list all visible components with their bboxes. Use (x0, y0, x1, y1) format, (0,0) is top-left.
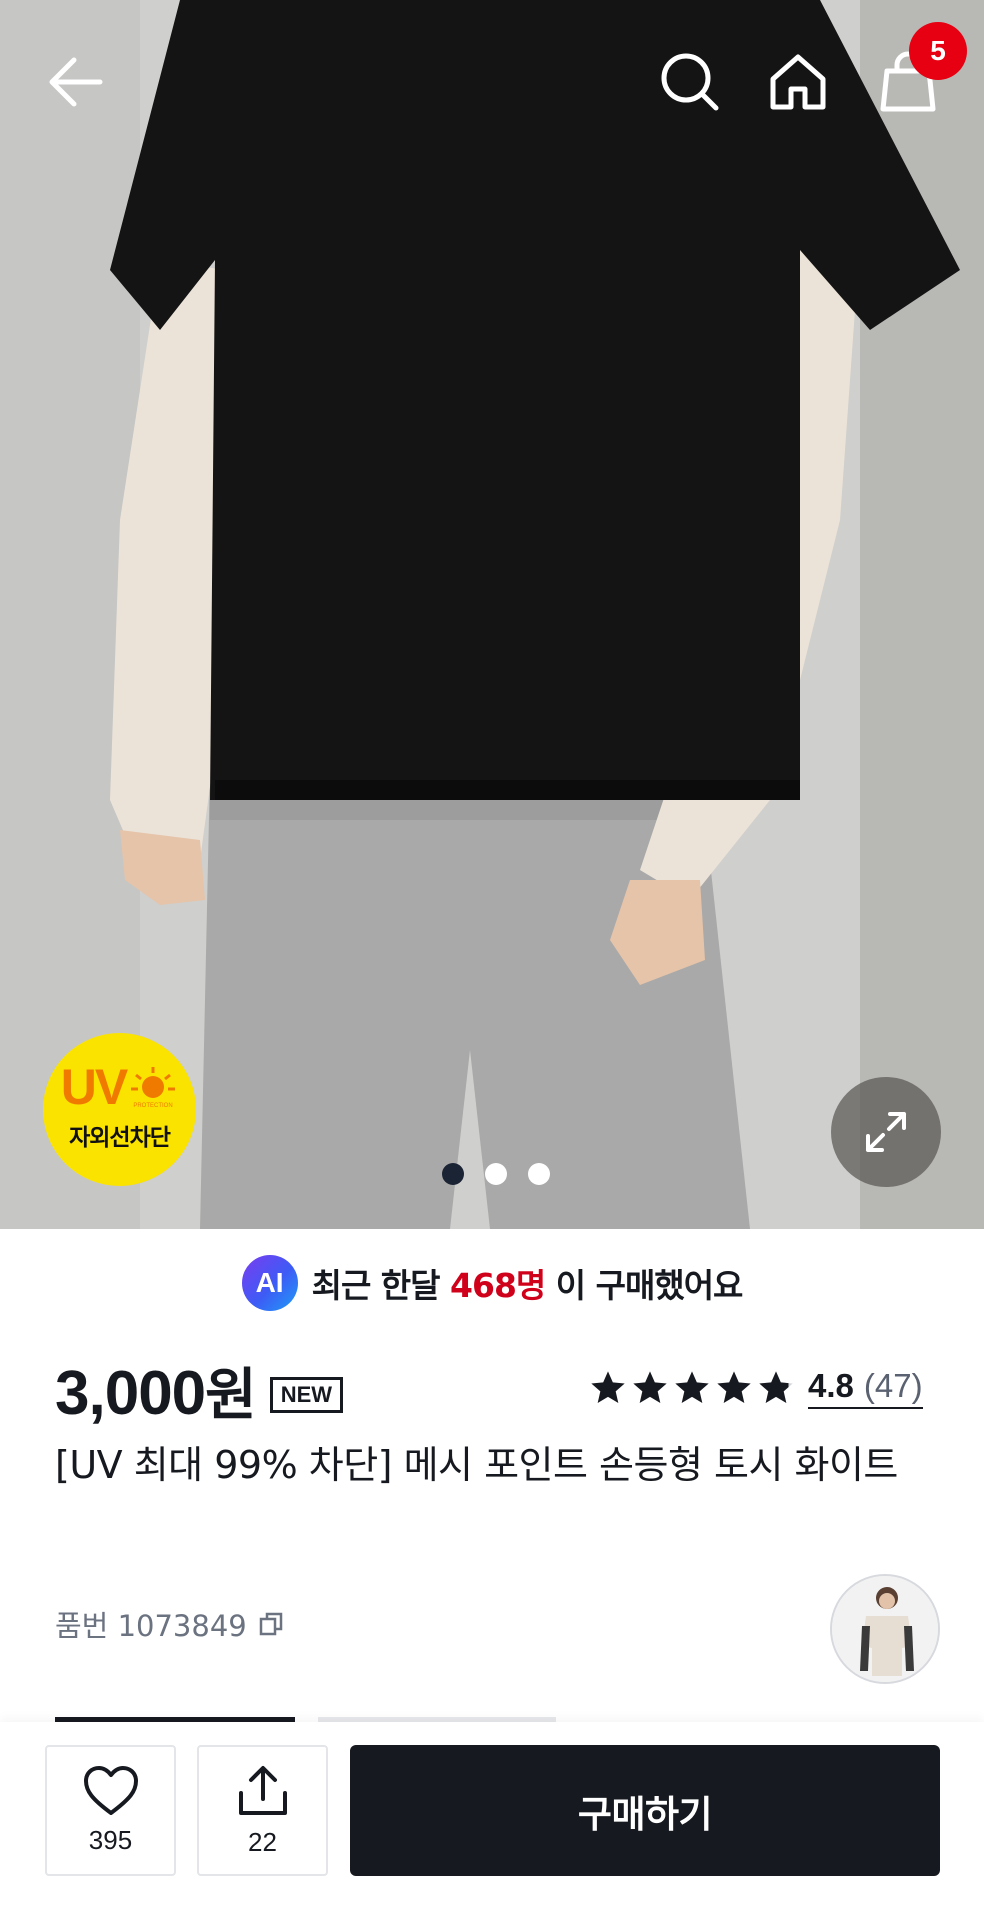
product-title: [UV 최대 99% 차단] 메시 포인트 손등형 토시 화이트 (55, 1443, 898, 1487)
sku-text: 품번 1073849 (55, 1609, 247, 1643)
search-icon (661, 53, 719, 111)
arrow-left-icon (49, 57, 103, 107)
uv-protection-text: PROTECTION (134, 1103, 173, 1109)
ai-banner-highlight: 468명 (450, 1266, 546, 1305)
pagination-dot[interactable] (528, 1163, 550, 1185)
ai-purchase-banner: AI 최근 한달 468명 이 구매했어요 (0, 1255, 984, 1311)
home-button[interactable] (760, 44, 836, 120)
share-count: 22 (248, 1827, 277, 1857)
sun-icon: PROTECTION (131, 1066, 176, 1109)
like-button[interactable]: 395 (45, 1745, 176, 1876)
cart-count-badge: 5 (909, 22, 967, 80)
price-value: 3,000 (55, 1359, 206, 1428)
uv-badge-label: 자외선차단 (69, 1124, 171, 1151)
search-button[interactable] (652, 44, 728, 120)
share-button[interactable]: 22 (197, 1745, 328, 1876)
price-row: 3,000원 NEW (55, 1350, 344, 1431)
product-price: 3,000원 (55, 1350, 257, 1431)
ai-logo: AI (241, 1255, 298, 1311)
model-thumbnail (832, 1576, 938, 1682)
rating-value: 4.8 (808, 1367, 854, 1404)
product-sku[interactable]: 품번 1073849 (55, 1603, 285, 1645)
new-tag: NEW (269, 1376, 344, 1413)
star-icon (717, 1371, 751, 1403)
pagination-dot[interactable] (485, 1163, 507, 1185)
home-icon (770, 54, 826, 110)
share-icon (238, 1766, 287, 1815)
price-unit: 원 (205, 1363, 257, 1428)
expand-icon (866, 1112, 906, 1152)
model-avatar[interactable] (830, 1574, 940, 1684)
uv-badge-text: UV (60, 1058, 128, 1115)
ai-banner-text: 최근 한달 468명 이 구매했어요 (311, 1259, 744, 1307)
star-icon (633, 1371, 667, 1403)
star-rating (588, 1368, 796, 1408)
back-button[interactable] (40, 46, 112, 118)
pagination-dot[interactable] (442, 1163, 464, 1185)
gallery-pagination (0, 1163, 984, 1185)
rating-summary[interactable]: 4.8 (47) (588, 1367, 923, 1409)
rating-link[interactable]: 4.8 (47) (808, 1367, 923, 1409)
buy-button[interactable]: 구매하기 (350, 1745, 940, 1876)
like-count: 395 (88, 1825, 133, 1855)
product-image-gallery[interactable]: 5 UV PROTECTION 자외선차단 (0, 0, 984, 1229)
heart-icon (83, 1766, 138, 1815)
star-icon (675, 1371, 709, 1403)
copy-icon[interactable] (257, 1610, 285, 1638)
ai-banner-suffix: 이 구매했어요 (555, 1266, 744, 1305)
star-partial-icon (759, 1371, 793, 1403)
review-count: (47) (863, 1367, 923, 1404)
star-icon (591, 1371, 625, 1403)
ai-banner-prefix: 최근 한달 (311, 1266, 441, 1305)
